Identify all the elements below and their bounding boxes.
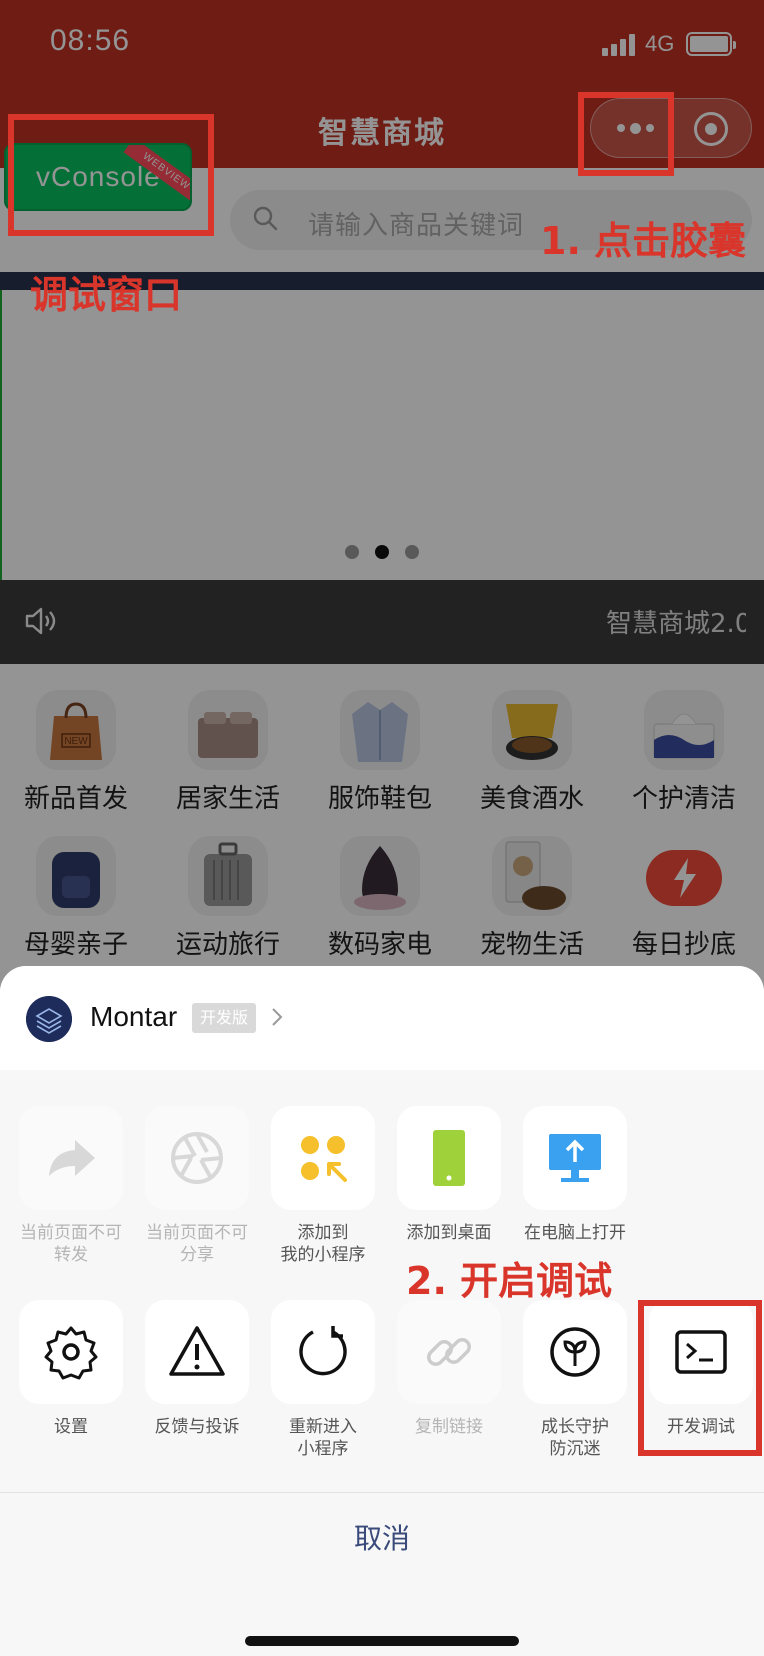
annotation-box-capsule — [578, 92, 674, 176]
annotation-step1: 1. 点击胶囊 — [540, 219, 747, 263]
action-label-line2: 分享 — [180, 1245, 214, 1265]
app-name: Montar — [90, 1001, 178, 1032]
cancel-button[interactable]: 取消 — [0, 1493, 764, 1585]
action-label: 添加到桌面 — [406, 1223, 492, 1243]
action-feedback[interactable]: 反馈与投诉 — [134, 1300, 260, 1438]
action-label: 复制链接 — [415, 1417, 483, 1437]
action-label-line2: 小程序 — [297, 1439, 349, 1459]
gear-icon — [44, 1326, 98, 1380]
warning-icon — [169, 1326, 225, 1376]
action-label-line2: 防沉迷 — [549, 1439, 601, 1459]
action-label: 当前页面不可 — [146, 1223, 248, 1243]
action-label: 在电脑上打开 — [524, 1223, 626, 1243]
action-copy-link[interactable]: 复制链接 — [386, 1300, 512, 1438]
action-settings[interactable]: 设置 — [8, 1300, 134, 1438]
reload-icon — [299, 1326, 347, 1376]
action-reenter[interactable]: 重新进入 小程序 — [260, 1300, 386, 1460]
sprout-icon — [550, 1327, 600, 1377]
action-label: 添加到 — [297, 1223, 349, 1243]
chevron-right-icon — [272, 1008, 283, 1026]
annotation-box-vconsole — [8, 114, 214, 236]
action-growth-guard[interactable]: 成长守护 防沉迷 — [512, 1300, 638, 1460]
action-forward[interactable]: 当前页面不可 转发 — [8, 1106, 134, 1266]
phone-icon — [433, 1130, 465, 1186]
action-open-on-pc[interactable]: 在电脑上打开 — [512, 1106, 638, 1244]
action-label: 反馈与投诉 — [154, 1417, 240, 1437]
monitor-upload-icon — [549, 1134, 601, 1182]
action-share[interactable]: 当前页面不可 分享 — [134, 1106, 260, 1266]
action-label-line2: 转发 — [54, 1245, 88, 1265]
annotation-step2: 2. 开启调试 — [406, 1259, 613, 1303]
dev-version-badge: 开发版 — [192, 1003, 257, 1033]
action-add-to-desktop[interactable]: 添加到桌面 — [386, 1106, 512, 1244]
annotation-box-dev-debug — [638, 1300, 762, 1456]
action-label-line2: 我的小程序 — [280, 1245, 366, 1265]
app-logo-icon — [26, 996, 72, 1042]
action-label: 重新进入 — [289, 1417, 357, 1437]
action-label: 成长守护 — [541, 1417, 609, 1437]
shutter-icon — [171, 1132, 223, 1184]
home-indicator — [245, 1636, 519, 1646]
link-icon — [427, 1338, 471, 1366]
annotation-debug-window: 调试窗口 — [30, 273, 183, 317]
action-label: 当前页面不可 — [20, 1223, 122, 1243]
forward-arrow-icon — [49, 1140, 95, 1176]
add-mini-program-icon — [301, 1136, 347, 1182]
action-label: 设置 — [54, 1417, 88, 1437]
action-add-mini-program[interactable]: 添加到 我的小程序 — [260, 1106, 386, 1266]
